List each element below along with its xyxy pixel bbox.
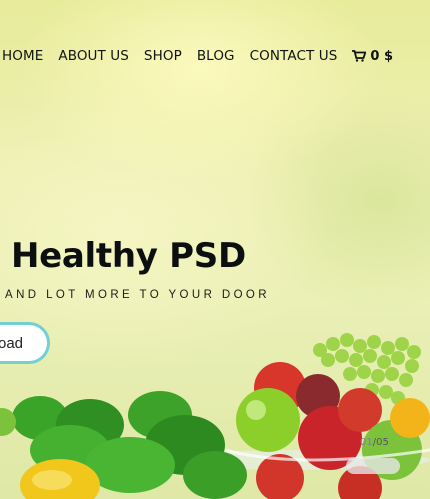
hero-headline: Healthy PSD	[11, 236, 246, 276]
slider-current: 01	[360, 437, 373, 448]
main-nav: HOME ABOUT US SHOP BLOG CONTACT US 0 $	[2, 48, 393, 64]
nav-blog[interactable]: BLOG	[197, 48, 235, 64]
cart-total: 0 $	[370, 48, 393, 64]
slider-progress[interactable]	[346, 458, 400, 474]
nav-contact-us[interactable]: CONTACT US	[250, 48, 338, 64]
nav-about-us[interactable]: ABOUT US	[58, 48, 129, 64]
slider-total: /05	[372, 437, 389, 448]
nav-shop[interactable]: SHOP	[144, 48, 182, 64]
slider-counter: 01/05	[360, 437, 389, 448]
cart-icon	[352, 50, 367, 62]
cart-button[interactable]: 0 $	[352, 49, 393, 64]
hero-banner: HOME ABOUT US SHOP BLOG CONTACT US 0 $ H…	[0, 0, 430, 499]
nav-home[interactable]: HOME	[2, 48, 43, 64]
